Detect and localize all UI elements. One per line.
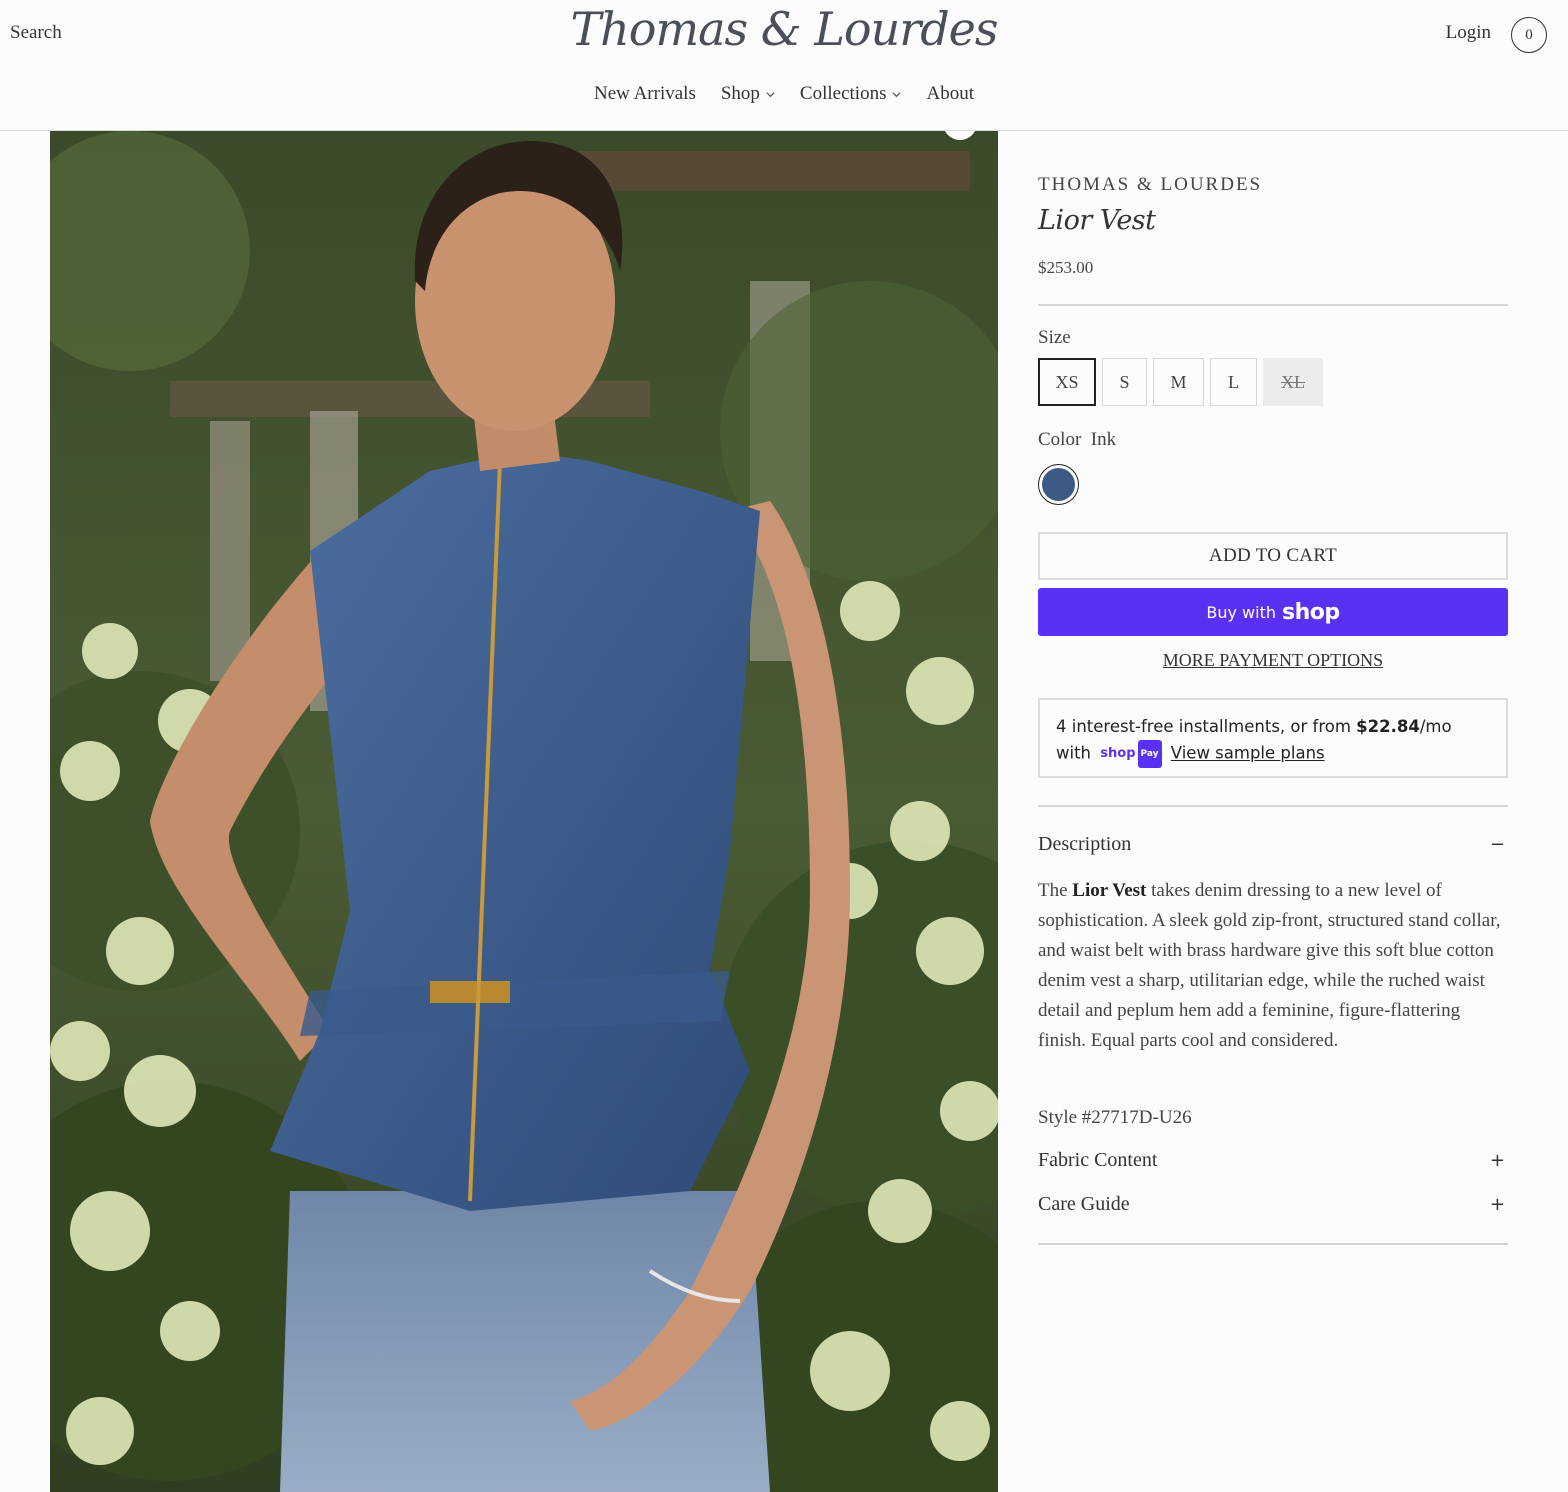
accordion-care-guide[interactable]: Care Guide +	[1038, 1193, 1508, 1216]
divider	[1038, 304, 1508, 306]
swatch-fill	[1042, 468, 1075, 501]
plus-icon: +	[1489, 1150, 1505, 1171]
desc-pre: The	[1038, 880, 1073, 901]
brand-logo[interactable]: Thomas & Lourdes	[0, 2, 1568, 56]
color-label-text: Color	[1038, 429, 1082, 450]
login-link[interactable]: Login	[1446, 22, 1491, 44]
divider	[1038, 1243, 1508, 1245]
product-title: Lior Vest	[1038, 205, 1156, 236]
nav-label: New Arrivals	[594, 83, 696, 104]
site-header: Search Thomas & Lourdes Login 0 New Arri…	[0, 0, 1568, 131]
size-label: Size	[1038, 327, 1071, 348]
cart-count: 0	[1525, 26, 1533, 43]
accordion-fabric-content[interactable]: Fabric Content +	[1038, 1149, 1508, 1172]
shop-pay-logo: shop	[1282, 599, 1340, 625]
product-photo	[50, 131, 998, 1492]
size-option-xl[interactable]: XL	[1263, 358, 1323, 406]
color-swatch-ink[interactable]	[1038, 464, 1079, 505]
installments-with: with	[1056, 743, 1092, 763]
add-to-cart-button[interactable]: ADD TO CART	[1038, 532, 1508, 580]
nav-item-new-arrivals[interactable]: New Arrivals	[594, 83, 696, 105]
installments-amount: $22.84	[1356, 717, 1420, 736]
nav-label: About	[926, 83, 974, 104]
product-image[interactable]	[50, 131, 998, 1492]
style-number: Style #27717D-U26	[1038, 1107, 1192, 1128]
buy-with-shop-pay-button[interactable]: Buy with shop	[1038, 588, 1508, 636]
color-label: Color Ink	[1038, 429, 1116, 451]
divider	[1038, 805, 1508, 807]
product-description: The Lior Vest takes denim dressing to a …	[1038, 876, 1508, 1056]
shop-pay-badge-icon: shop Pay	[1100, 740, 1162, 768]
cart-button[interactable]: 0	[1511, 17, 1547, 53]
nav-label: Collections	[799, 83, 887, 104]
view-sample-plans-link[interactable]: View sample plans	[1171, 744, 1325, 763]
product-vendor[interactable]: THOMAS & LOURDES	[1038, 174, 1262, 196]
nav-item-shop[interactable]: Shop	[721, 83, 775, 105]
badge-shop: shop	[1100, 746, 1136, 761]
installments-text: 4 interest-free installments, or from	[1056, 717, 1357, 736]
desc-bold: Lior Vest	[1072, 880, 1147, 901]
size-option-s[interactable]: S	[1102, 358, 1147, 406]
more-payment-options-link[interactable]: MORE PAYMENT OPTIONS	[1038, 650, 1508, 671]
accordion-description[interactable]: Description −	[1038, 833, 1508, 856]
size-option-xs[interactable]: XS	[1038, 358, 1096, 406]
installments-banner: 4 interest-free installments, or from $2…	[1038, 698, 1508, 778]
nav-item-about[interactable]: About	[926, 83, 974, 105]
plus-icon: +	[1489, 1194, 1505, 1215]
chevron-down-icon	[766, 91, 775, 97]
product-price: $253.00	[1038, 258, 1094, 277]
desc-body: takes denim dressing to a new level of s…	[1038, 880, 1501, 1051]
main-nav: New Arrivals Shop Collections About	[0, 83, 1568, 105]
minus-icon: −	[1489, 834, 1505, 855]
size-selector: XS S M L XL	[1038, 358, 1323, 406]
chevron-down-icon	[893, 91, 901, 97]
badge-pay: Pay	[1137, 740, 1162, 768]
size-option-l[interactable]: L	[1210, 358, 1257, 406]
nav-label: Shop	[720, 83, 760, 104]
nav-item-collections[interactable]: Collections	[800, 83, 902, 105]
accordion-title: Care Guide	[1038, 1193, 1130, 1215]
installments-suffix: /mo	[1419, 717, 1452, 736]
accordion-title: Description	[1038, 833, 1132, 855]
buy-with-label: Buy with	[1206, 602, 1276, 622]
size-option-m[interactable]: M	[1153, 358, 1204, 406]
color-value: Ink	[1090, 429, 1117, 450]
accordion-title: Fabric Content	[1038, 1149, 1158, 1171]
